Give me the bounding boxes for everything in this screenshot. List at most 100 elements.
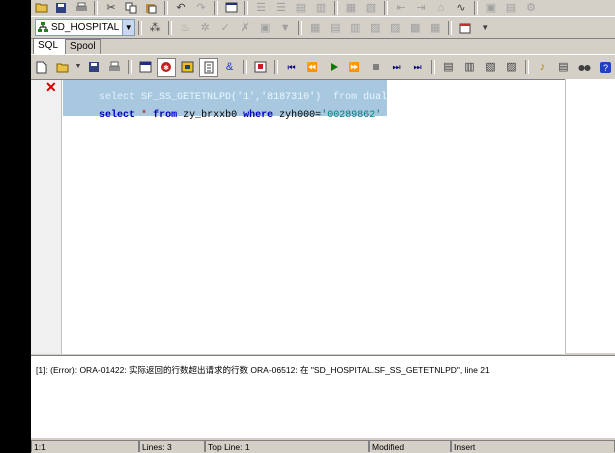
export-b-icon[interactable]: ▥ [460, 58, 479, 77]
status-bar: 1:1 Lines: 3 Top Line: 1 Modified Insert [31, 440, 615, 453]
procedure-icon[interactable]: ▧ [367, 21, 383, 35]
undo-icon[interactable]: ↶ [173, 1, 189, 15]
query-builder-icon[interactable] [136, 58, 155, 77]
unindent-icon[interactable]: ☰ [273, 1, 289, 15]
error-message[interactable]: [1]: (Error): ORA-01422: 实际返回的行数超出请求的行数 … [36, 364, 490, 376]
trigger-icon[interactable]: ▨ [387, 21, 403, 35]
toggle-icon[interactable] [199, 57, 218, 77]
table-icon[interactable]: ▦ [307, 21, 323, 35]
previous-page-icon[interactable]: ⏪ [303, 58, 322, 77]
copy-icon[interactable] [123, 1, 139, 15]
grid-icon[interactable]: ▣ [483, 1, 499, 15]
status-mode: Insert [451, 440, 615, 452]
toolbar-separator [274, 60, 278, 74]
bookmark-file-icon[interactable] [251, 58, 270, 77]
save-file-icon[interactable] [84, 58, 103, 77]
cut-icon[interactable]: ✂ [103, 1, 119, 15]
database-tree-icon [38, 22, 48, 32]
redo-icon[interactable]: ↷ [193, 1, 209, 15]
next-icon[interactable]: ⇥ [413, 1, 429, 15]
tools-icon[interactable]: ⚙ [523, 1, 539, 15]
breakpoint-icon[interactable] [178, 58, 197, 77]
editor-right-margin [565, 79, 615, 353]
export-a-icon[interactable]: ▤ [439, 58, 458, 77]
toolbar-separator [243, 60, 247, 74]
editor-gutter: ✕ [31, 80, 62, 354]
toolbar-separator [525, 60, 529, 74]
bookmark-icon[interactable]: ⌂ [433, 1, 449, 15]
tool-f-icon[interactable]: ▼ [277, 21, 293, 35]
toolbar-separator [474, 0, 478, 15]
status-position: 1:1 [31, 440, 139, 452]
editor-toolbar: ▼ ✱ & ⏮ ⏪ ⏩ ⏭ ⏭ ▤ ▥ ▧ ▨ ♪ ▤ ? [31, 54, 615, 80]
svg-text:✱: ✱ [163, 64, 169, 72]
toolbar-separator [298, 20, 303, 35]
search-icon[interactable]: ♪ [533, 58, 552, 77]
connection-select[interactable]: SD_HOSPITAL ▼ [35, 19, 136, 36]
error-marker-icon: ✕ [45, 79, 57, 95]
debug-icon[interactable]: ✱ [157, 57, 176, 77]
report-icon[interactable]: ▤ [503, 1, 519, 15]
toolbar-separator [448, 20, 453, 35]
window-list-icon[interactable] [223, 1, 239, 15]
toolbar-separator [138, 20, 143, 35]
open-icon[interactable] [33, 1, 49, 15]
format-icon[interactable]: ⁂ [147, 21, 163, 35]
left-black-strip [0, 0, 31, 453]
save-icon[interactable] [53, 1, 69, 15]
first-icon[interactable]: ⏮ [282, 58, 301, 77]
toolbar-separator [431, 60, 435, 74]
tool-e-icon[interactable]: ▣ [257, 21, 273, 35]
sequence-icon[interactable]: ▥ [347, 21, 363, 35]
tool-c-icon[interactable]: ✓ [217, 21, 233, 35]
view-icon[interactable]: ▤ [327, 21, 343, 35]
uncomment-icon[interactable]: ▥ [313, 1, 329, 15]
indent-icon[interactable]: ☰ [253, 1, 269, 15]
new-icon[interactable] [32, 58, 51, 77]
uppercase-icon[interactable]: ▦ [343, 1, 359, 15]
print-file-icon[interactable] [105, 58, 124, 77]
toolbar-separator [94, 0, 98, 15]
editor-tabs: SQL Spool [31, 38, 615, 54]
next-page-icon[interactable]: ⏩ [345, 58, 364, 77]
tool-b-icon[interactable]: ✲ [197, 21, 213, 35]
status-modified: Modified [369, 440, 451, 452]
toolbar-separator [384, 0, 388, 15]
chevron-down-icon[interactable]: ▼ [122, 20, 135, 35]
comment-icon[interactable]: ▤ [293, 1, 309, 15]
export-c-icon[interactable]: ▧ [481, 58, 500, 77]
paste-icon[interactable] [143, 1, 159, 15]
svg-text:?: ? [603, 63, 608, 73]
export-d-icon[interactable]: ▨ [502, 58, 521, 77]
previous-icon[interactable]: ⇤ [393, 1, 409, 15]
output-panel: [1]: (Error): ORA-01422: 实际返回的行数超出请求的行数 … [31, 355, 615, 438]
sql-window: ✂ ↶ ↷ ☰ ☰ ▤ ▥ ▦ ▧ ⇤ ⇥ ⌂ ∿ ▣ ▤ ⚙ SD_HOSPI… [31, 0, 615, 453]
type-icon[interactable]: ▦ [427, 21, 443, 35]
stop-icon[interactable] [366, 58, 385, 77]
print-icon[interactable] [73, 1, 89, 15]
code-line-2[interactable]: select * from zy_brxxb0 where zyh000='00… [63, 98, 381, 134]
run-icon[interactable] [324, 58, 343, 77]
tool-a-icon[interactable]: ♨ [177, 21, 193, 35]
tool-d-icon[interactable]: ✗ [237, 21, 253, 35]
status-lines: Lines: 3 [139, 440, 205, 452]
sql-editor[interactable]: ✕ select SF_SS_GETETNLPD('1','8187310') … [31, 79, 565, 354]
connection-toolbar: SD_HOSPITAL ▼ ⁂ ♨ ✲ ✓ ✗ ▣ ▼ ▦ ▤ ▥ ▧ ▨ ▩ … [31, 16, 615, 39]
last-icon[interactable]: ⏭ [408, 58, 427, 77]
link-icon[interactable]: & [220, 58, 239, 77]
help-icon[interactable]: ? [596, 58, 615, 77]
tab-sql[interactable]: SQL [33, 38, 67, 54]
replace-icon[interactable]: ▤ [554, 58, 573, 77]
explain-plan-icon[interactable]: ∿ [453, 1, 469, 15]
open-file-icon[interactable] [53, 58, 72, 77]
package-icon[interactable]: ▩ [407, 21, 423, 35]
find-icon[interactable] [575, 58, 594, 77]
object-browser-icon[interactable] [457, 21, 473, 35]
dropdown-arrow-icon[interactable]: ▼ [477, 21, 493, 35]
toolbar-separator [164, 0, 168, 15]
dropdown-arrow-icon[interactable]: ▼ [74, 58, 82, 77]
tab-spool[interactable]: Spool [65, 39, 101, 54]
step-into-icon[interactable]: ⏭ [387, 58, 406, 77]
lowercase-icon[interactable]: ▧ [363, 1, 379, 15]
status-top-line: Top Line: 1 [205, 440, 369, 452]
